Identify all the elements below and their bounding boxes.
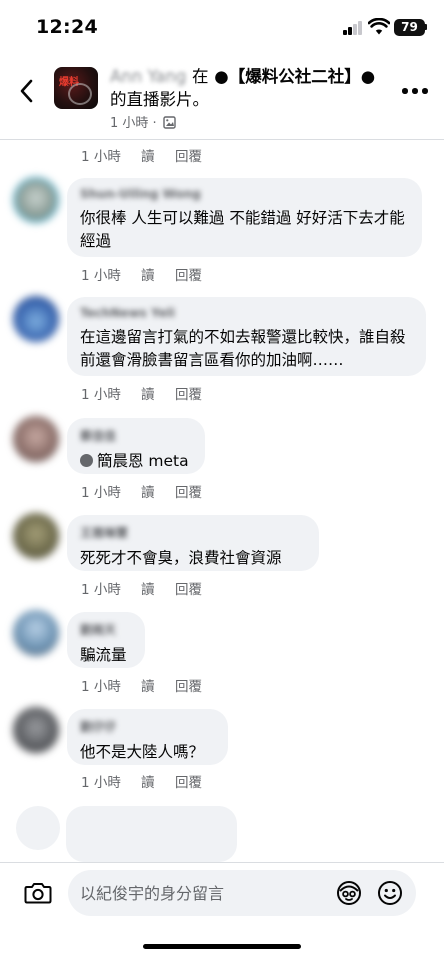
- read-button[interactable]: 讀: [141, 675, 155, 695]
- comment-time: 1 小時: [81, 679, 121, 695]
- post-suffix: 的直播影片。: [110, 90, 209, 109]
- commenter-avatar[interactable]: [13, 610, 59, 656]
- tagged-person[interactable]: 簡晨恩 meta: [97, 452, 189, 470]
- comment-actions: 1 小時 讀 回覆: [81, 145, 202, 165]
- commenter-name[interactable]: 蔡佳佳: [80, 427, 192, 444]
- read-button[interactable]: 讀: [141, 264, 155, 284]
- post-author-name[interactable]: Ann Yang: [110, 67, 186, 86]
- commenter-avatar[interactable]: [13, 177, 59, 223]
- comment-time: 1 小時: [81, 775, 121, 791]
- commenter-name[interactable]: 劉雨天: [80, 621, 132, 638]
- read-button[interactable]: 讀: [141, 771, 155, 791]
- commenter-avatar[interactable]: [13, 296, 59, 342]
- avatar-sticker-icon[interactable]: [336, 880, 362, 906]
- comment-time: 1 小時: [81, 268, 121, 284]
- comment-bubble: Shun-Uiling Wong 你很棒 人生可以難過 不能錯過 好好活下去才能…: [67, 178, 422, 257]
- photo-album-icon: [163, 116, 176, 129]
- comment-bubble: 蔡佳佳 簡晨恩 meta: [67, 418, 205, 474]
- post-time: 1 小時 ·: [110, 116, 157, 131]
- commenter-avatar[interactable]: [13, 707, 59, 753]
- loading-comment-placeholder: [66, 806, 237, 862]
- comment-time: 1 小時: [81, 485, 121, 501]
- cellular-signal-icon: [343, 21, 363, 35]
- battery-level: 79: [394, 19, 425, 36]
- comment-bubble: 劉仔仔 他不是大陸人嗎？: [67, 709, 228, 765]
- commenter-name[interactable]: 王雅琳慧: [80, 524, 306, 541]
- commenter-name[interactable]: TechNews Yeli: [80, 306, 413, 320]
- comment-input-container[interactable]: [68, 870, 416, 916]
- post-page-name[interactable]: ●【爆料公社二社】●: [214, 67, 375, 86]
- read-button[interactable]: 讀: [141, 481, 155, 501]
- commenter-avatar[interactable]: [13, 416, 59, 462]
- comment-bubble: 王雅琳慧 死死才不會臭，浪費社會資源: [67, 515, 319, 571]
- camera-icon[interactable]: [24, 881, 52, 905]
- comment-time: 1 小時: [81, 149, 121, 165]
- post-in-word: 在: [192, 67, 209, 86]
- post-meta: 1 小時 ·: [110, 112, 176, 131]
- reply-button[interactable]: 回覆: [175, 675, 202, 695]
- read-button[interactable]: 讀: [141, 578, 155, 598]
- home-indicator: [143, 944, 301, 949]
- comment-actions: 1 小時 讀 回覆: [81, 578, 202, 598]
- comment-actions: 1 小時 讀 回覆: [81, 771, 202, 791]
- comment-time: 1 小時: [81, 582, 121, 598]
- status-bar: 12:24 79: [0, 0, 444, 56]
- emoji-icon[interactable]: [377, 880, 403, 906]
- comment-bubble: TechNews Yeli 在這邊留言打氣的不如去報警還比較快，誰自殺前還會滑臉…: [67, 297, 426, 376]
- comment-actions: 1 小時 讀 回覆: [81, 264, 202, 284]
- read-button[interactable]: 讀: [141, 145, 155, 165]
- status-time: 12:24: [36, 16, 98, 38]
- comment-bubble: 劉雨天 騙流量: [67, 612, 145, 668]
- wifi-icon: [368, 18, 390, 35]
- post-title: Ann Yang 在 ●【爆料公社二社】● 的直播影片。: [110, 65, 390, 111]
- page-avatar[interactable]: 爆料: [54, 67, 98, 109]
- reply-button[interactable]: 回覆: [175, 383, 202, 403]
- loading-avatar-placeholder: [16, 806, 60, 850]
- comment-actions: 1 小時 讀 回覆: [81, 675, 202, 695]
- commenter-avatar[interactable]: [13, 513, 59, 559]
- back-arrow-icon[interactable]: [16, 78, 38, 104]
- commenter-name[interactable]: Shun-Uiling Wong: [80, 187, 409, 201]
- comment-actions: 1 小時 讀 回覆: [81, 481, 202, 501]
- reply-button[interactable]: 回覆: [175, 145, 202, 165]
- comment-actions: 1 小時 讀 回覆: [81, 383, 202, 403]
- reply-button[interactable]: 回覆: [175, 578, 202, 598]
- comment-text: 在這邊留言打氣的不如去報警還比較快，誰自殺前還會滑臉書留言區看你的加油啊……: [80, 328, 406, 369]
- read-button[interactable]: 讀: [141, 383, 155, 403]
- post-header: 爆料 Ann Yang 在 ●【爆料公社二社】● 的直播影片。 1 小時 ·: [0, 56, 444, 140]
- comment-text: 簡晨恩 meta: [80, 450, 192, 473]
- comment-text: 他不是大陸人嗎？: [80, 743, 205, 761]
- comment-text: 你很棒 人生可以難過 不能錯過 好好活下去才能經過: [80, 209, 405, 250]
- comment-input[interactable]: [80, 870, 330, 916]
- reply-button[interactable]: 回覆: [175, 264, 202, 284]
- tag-icon: [80, 454, 93, 467]
- comment-time: 1 小時: [81, 387, 121, 403]
- battery-tip: [425, 24, 427, 30]
- comment-text: 死死才不會臭，浪費社會資源: [80, 549, 282, 567]
- reply-button[interactable]: 回覆: [175, 481, 202, 501]
- page-avatar-ring: [68, 83, 92, 105]
- reply-button[interactable]: 回覆: [175, 771, 202, 791]
- comment-text: 騙流量: [80, 646, 127, 664]
- commenter-name[interactable]: 劉仔仔: [80, 718, 215, 735]
- more-options-icon[interactable]: [402, 86, 430, 96]
